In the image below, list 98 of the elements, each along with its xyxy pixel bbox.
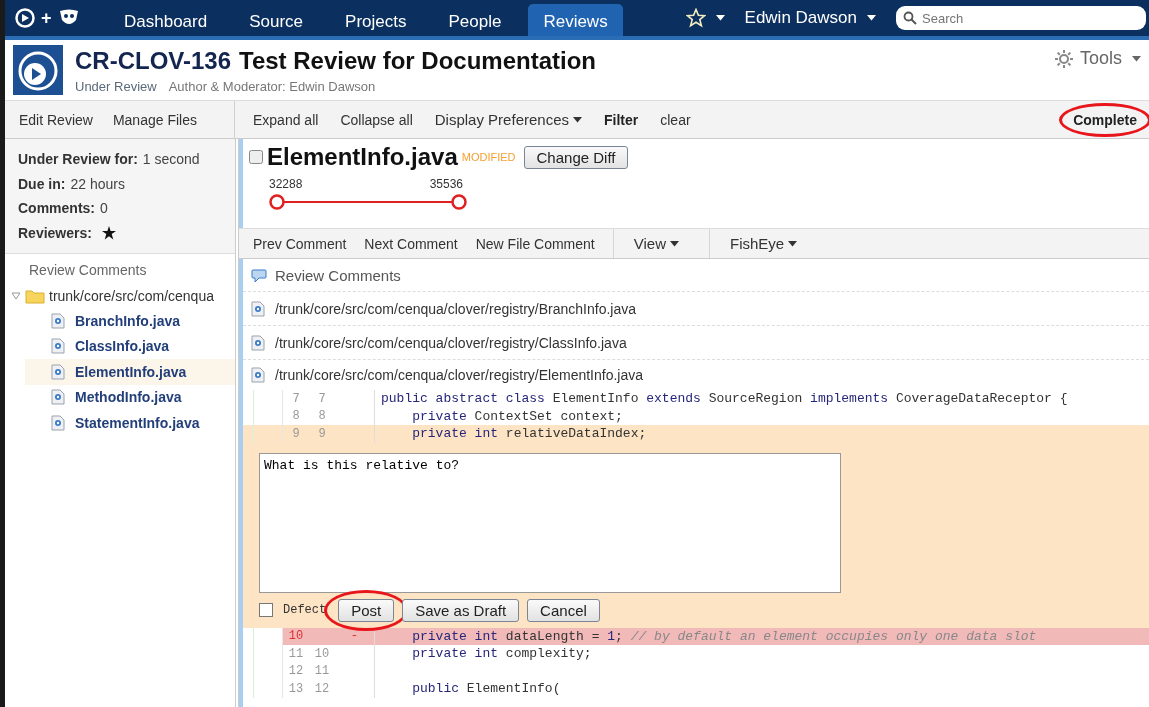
caret-icon — [1132, 55, 1141, 62]
caret-icon — [867, 15, 876, 21]
review-key: CR-CLOV-136 — [75, 46, 232, 75]
revision-handle[interactable] — [269, 194, 285, 210]
search-icon — [903, 11, 917, 25]
toolbar-link[interactable]: Expand all — [253, 111, 319, 128]
toolbar-link[interactable]: New File Comment — [475, 229, 613, 258]
summary-label: Under Review for: — [18, 151, 138, 168]
caret-icon — [788, 240, 798, 247]
file-icon — [51, 363, 65, 380]
line-number: 9 — [317, 426, 327, 441]
file-icon — [51, 389, 65, 406]
line-number: 10 — [313, 646, 331, 661]
tree-heading: Review Comments — [28, 262, 148, 280]
line-number: 7 — [291, 391, 301, 406]
code-text: private int dataLength = 1; // by default an element occupies only one data slot — [411, 628, 1037, 644]
logo-plus: + — [41, 7, 52, 29]
toolbar-link[interactable]: Next Comment — [364, 229, 476, 258]
change-diff-button[interactable]: Change Diff — [523, 145, 629, 169]
file-status: MODIFIED — [461, 151, 516, 163]
code-text: private int relativeDataIndex; — [411, 426, 647, 442]
code-text: private ContextSet context; — [411, 408, 623, 424]
tools-menu[interactable]: Tools — [1053, 48, 1141, 69]
file-path-row[interactable]: /trunk/core/src/com/cenqua/clover/registry/ElementInfo.java — [243, 360, 1149, 390]
toolbar-menu[interactable]: View — [612, 229, 709, 258]
toolbar-link[interactable]: Collapse all — [340, 111, 413, 128]
form-button[interactable]: Post — [338, 598, 395, 622]
tree-file-item[interactable]: StatementInfo.java — [25, 410, 235, 436]
code-text: public ElementInfo( — [411, 681, 561, 697]
file-icon — [51, 414, 65, 431]
file-path-row[interactable]: /trunk/core/src/com/cenqua/clover/registry/ClassInfo.java — [243, 326, 1149, 360]
toolbar-menu[interactable]: FishEye — [709, 229, 828, 258]
line-number: 12 — [287, 664, 305, 679]
file-icon — [251, 367, 265, 383]
nav-tab[interactable]: Projects — [330, 4, 422, 36]
comment-input[interactable]: What is this relative to? — [259, 452, 841, 593]
file-icon — [51, 338, 65, 355]
tree-file-item[interactable]: ElementInfo.java — [25, 359, 235, 385]
toolbar-link[interactable]: Filter — [604, 111, 639, 128]
revision-handle[interactable] — [451, 194, 467, 210]
line-number: 9 — [291, 426, 301, 441]
tree-file-item[interactable]: ClassInfo.java — [25, 333, 235, 359]
caret-icon — [670, 240, 679, 247]
caret-icon — [715, 15, 725, 21]
section-heading: Review Comments — [275, 266, 401, 284]
review-title: Test Review for Documentation — [239, 46, 596, 75]
tree-file-item[interactable]: MethodInfo.java — [25, 384, 235, 410]
summary-value: 0 — [100, 200, 108, 217]
folder-item[interactable]: trunk/core/src/com/cenqua — [5, 284, 235, 308]
caret-icon — [573, 116, 582, 123]
defect-label: Defect — [283, 603, 327, 617]
nav-tab[interactable]: People — [433, 4, 517, 36]
line-number: 10 — [287, 629, 305, 644]
file-icon — [51, 312, 65, 329]
speech-bubble-icon — [251, 267, 267, 283]
toolbar-link[interactable]: Manage Files — [112, 111, 197, 128]
toolbar-link[interactable]: Prev Comment — [253, 229, 365, 258]
code-text: public abstract class ElementInfo extends SourceRegion implements CoverageDataReceptor { — [381, 391, 1068, 407]
summary-value: 22 hours — [70, 175, 125, 192]
toolbar-link[interactable]: Edit Review — [19, 111, 93, 128]
revision-label: 35536 — [429, 177, 463, 191]
file-path-row[interactable]: /trunk/core/src/com/cenqua/clover/registry/BranchInfo.java — [243, 292, 1149, 326]
review-logo-icon — [13, 45, 63, 95]
nav-tab[interactable]: Reviews — [528, 4, 623, 36]
summary-label: Reviewers: — [18, 224, 92, 241]
expanded-triangle-icon — [11, 291, 21, 301]
collapse-toggle-icon — [249, 150, 263, 164]
revision-label: 32288 — [269, 177, 303, 191]
line-number: 13 — [287, 681, 305, 696]
star-icon — [685, 8, 706, 28]
review-status: Under Review — [75, 78, 157, 94]
nav-tab[interactable]: Dashboard — [109, 4, 223, 36]
nav-tab[interactable]: Source — [234, 4, 319, 36]
logo-icon — [15, 8, 35, 28]
toolbar-menu[interactable]: Display Preferences — [434, 111, 582, 128]
folder-icon — [25, 288, 45, 304]
line-number: 8 — [317, 409, 327, 424]
file-name: ElementInfo.java — [267, 143, 458, 171]
complete-button[interactable]: Complete — [1073, 111, 1137, 128]
line-number: 12 — [313, 681, 331, 696]
summary-label: Due in: — [18, 175, 66, 192]
line-number: 11 — [313, 664, 331, 679]
summary-value: 1 second — [142, 151, 200, 168]
search-field[interactable]: Search — [896, 6, 1146, 30]
review-author: Author & Moderator: Edwin Dawson — [168, 78, 376, 94]
tree-file-item[interactable]: BranchInfo.java — [25, 308, 235, 334]
line-number: 11 — [287, 646, 305, 661]
line-number: 7 — [317, 391, 327, 406]
file-icon — [251, 334, 265, 351]
line-number: 8 — [291, 409, 301, 424]
toolbar-link[interactable]: clear — [660, 111, 691, 128]
summary-label: Comments: — [18, 200, 95, 217]
file-icon — [251, 300, 265, 317]
user-menu[interactable]: Edwin Dawson — [744, 0, 876, 36]
code-text: private int complexity; — [411, 646, 592, 662]
form-button[interactable]: Save as Draft — [402, 598, 520, 622]
form-button[interactable]: Cancel — [527, 598, 600, 622]
defect-checkbox[interactable] — [259, 603, 273, 617]
